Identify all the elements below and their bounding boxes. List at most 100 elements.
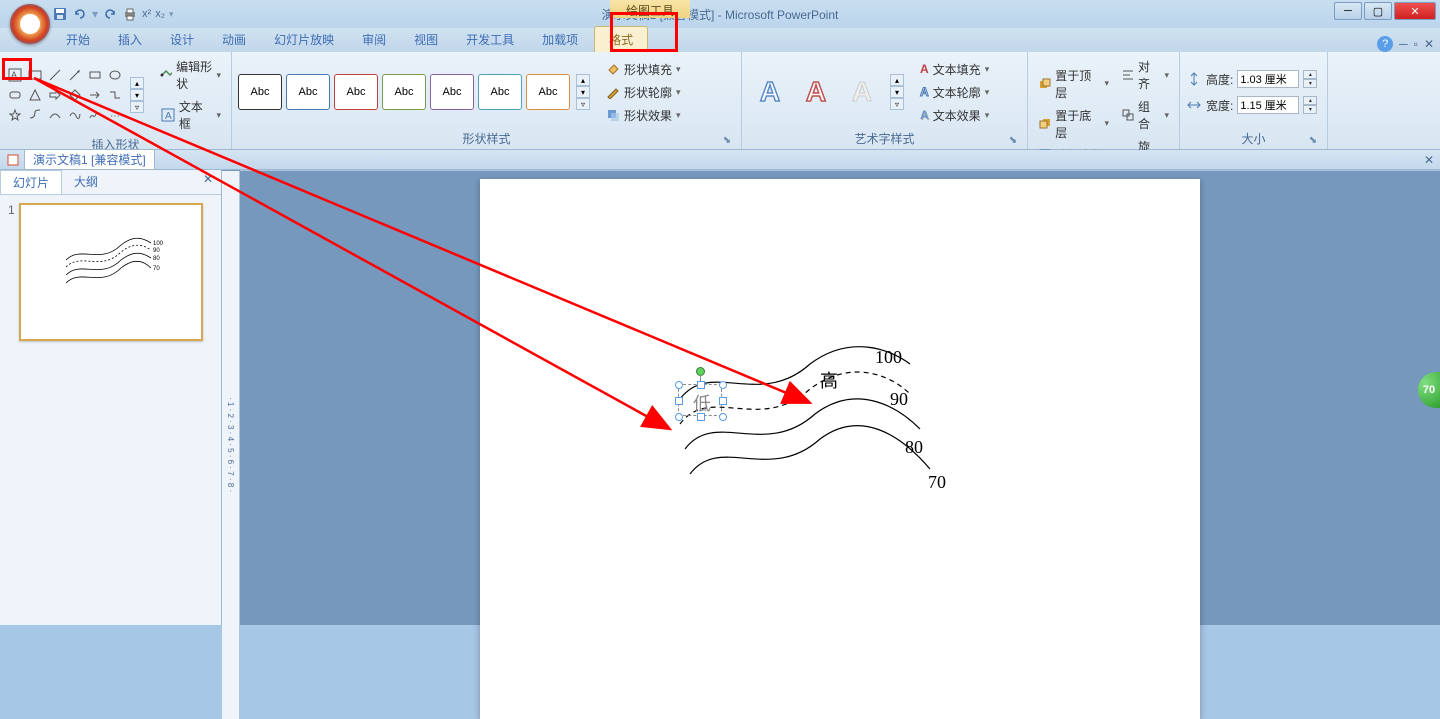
undo-icon[interactable]	[72, 6, 88, 22]
shape-rrect-icon[interactable]	[6, 86, 24, 104]
wordart-launcher-icon[interactable]: ⬊	[1007, 135, 1019, 147]
tab-format[interactable]: 格式	[594, 26, 648, 52]
style-preset-1[interactable]: Abc	[238, 74, 282, 110]
shapes-down-icon[interactable]: ▾	[130, 89, 144, 101]
tab-animation[interactable]: 动画	[208, 27, 260, 52]
handle-tr[interactable]	[719, 381, 727, 389]
wordart-preset-1[interactable]: A	[748, 73, 792, 111]
qat-item-x1[interactable]: x²	[142, 8, 151, 20]
handle-mr[interactable]	[719, 397, 727, 405]
ribbon-close-icon[interactable]: ✕	[1424, 37, 1434, 51]
tab-review[interactable]: 审阅	[348, 27, 400, 52]
edit-shape-button[interactable]: 编辑形状	[156, 56, 225, 94]
shape-scribble-icon[interactable]	[86, 106, 104, 124]
shape-elbow-icon[interactable]	[26, 106, 44, 124]
thumb-preview[interactable]: 100 90 80 70	[19, 203, 203, 341]
shape-textbox-icon[interactable]: A	[6, 66, 24, 84]
label-high[interactable]: 高	[820, 367, 838, 393]
redo-icon[interactable]	[102, 6, 118, 22]
shape-styles-gallery[interactable]: Abc Abc Abc Abc Abc Abc Abc	[238, 74, 570, 110]
tab-design[interactable]: 设计	[156, 27, 208, 52]
handle-bl[interactable]	[675, 413, 683, 421]
panel-close-icon[interactable]: ✕	[195, 170, 221, 194]
shape-styles-launcher-icon[interactable]: ⬊	[721, 135, 733, 147]
shapes-more-icon[interactable]: ▿	[130, 101, 144, 113]
shape-arrow-icon[interactable]	[86, 86, 104, 104]
shape-diamond-icon[interactable]	[66, 86, 84, 104]
help-icon[interactable]: ?	[1377, 36, 1393, 52]
shape-textbox2-icon[interactable]	[26, 66, 44, 84]
size-launcher-icon[interactable]: ⬊	[1307, 135, 1319, 147]
height-down-icon[interactable]: ▾	[1303, 79, 1317, 88]
wordart-down-icon[interactable]: ▾	[890, 86, 904, 98]
styles-more-icon[interactable]: ▿	[576, 98, 590, 110]
shape-effects-button[interactable]: 形状效果	[602, 105, 685, 126]
group-button[interactable]: 组合	[1117, 96, 1173, 134]
shapes-gallery[interactable]: A ⋯	[6, 66, 124, 124]
text-outline-button[interactable]: A 文本轮廓	[916, 82, 993, 103]
shape-arrow-line-icon[interactable]	[66, 66, 84, 84]
ribbon-minimize-icon[interactable]: ─	[1399, 37, 1408, 51]
shape-curve-icon[interactable]	[46, 106, 64, 124]
tab-addins[interactable]: 加载项	[528, 27, 592, 52]
style-preset-5[interactable]: Abc	[430, 74, 474, 110]
text-fill-button[interactable]: A 文本填充	[916, 59, 993, 80]
qat-item-x2[interactable]: x₂	[155, 8, 165, 20]
tab-outline[interactable]: 大纲	[62, 170, 110, 194]
shape-line-icon[interactable]	[46, 66, 64, 84]
tab-view[interactable]: 视图	[400, 27, 452, 52]
wordart-preset-2[interactable]: A	[794, 73, 838, 111]
tab-slideshow[interactable]: 幻灯片放映	[260, 27, 348, 52]
shapes-up-icon[interactable]: ▴	[130, 77, 144, 89]
shape-freeform-icon[interactable]	[66, 106, 84, 124]
height-up-icon[interactable]: ▴	[1303, 70, 1317, 79]
shape-connector-icon[interactable]	[106, 86, 124, 104]
text-box-button[interactable]: A 文本框	[156, 96, 225, 134]
styles-down-icon[interactable]: ▾	[576, 86, 590, 98]
minimize-button[interactable]: ─	[1334, 2, 1362, 20]
tab-insert[interactable]: 插入	[104, 27, 156, 52]
maximize-button[interactable]: ▢	[1364, 2, 1392, 20]
thumbnail-1[interactable]: 1 100 90 80 70	[8, 203, 213, 341]
handle-br[interactable]	[719, 413, 727, 421]
selected-textbox[interactable]: 低	[678, 384, 722, 416]
wordart-more-icon[interactable]: ▿	[890, 98, 904, 110]
document-tab[interactable]: 演示文稿1 [兼容模式]	[24, 149, 155, 170]
office-button[interactable]	[10, 4, 50, 44]
shape-fill-button[interactable]: 形状填充	[602, 59, 685, 80]
style-preset-7[interactable]: Abc	[526, 74, 570, 110]
close-button[interactable]: ✕	[1394, 2, 1436, 20]
shape-star-icon[interactable]	[6, 106, 24, 124]
handle-tl[interactable]	[675, 381, 683, 389]
canvas-area[interactable]: 高 100 90 80 70 低	[240, 171, 1440, 719]
save-icon[interactable]	[52, 6, 68, 22]
bring-front-button[interactable]: 置于顶层	[1034, 65, 1113, 103]
qat-dropdown[interactable]: ▾	[169, 9, 174, 20]
styles-up-icon[interactable]: ▴	[576, 74, 590, 86]
ribbon-restore-icon[interactable]: ▫	[1414, 37, 1418, 51]
style-preset-2[interactable]: Abc	[286, 74, 330, 110]
tab-developer[interactable]: 开发工具	[452, 27, 528, 52]
width-input[interactable]	[1237, 96, 1299, 114]
width-down-icon[interactable]: ▾	[1303, 105, 1317, 114]
tab-slides[interactable]: 幻灯片	[0, 170, 62, 194]
shape-rarrow-icon[interactable]	[46, 86, 64, 104]
tab-home[interactable]: 开始	[52, 27, 104, 52]
wordart-preset-3[interactable]: A	[840, 73, 884, 111]
style-preset-6[interactable]: Abc	[478, 74, 522, 110]
shape-rect-icon[interactable]	[86, 66, 104, 84]
print-icon[interactable]	[122, 6, 138, 22]
wordart-up-icon[interactable]: ▴	[890, 74, 904, 86]
width-up-icon[interactable]: ▴	[1303, 96, 1317, 105]
slide[interactable]: 高 100 90 80 70 低	[480, 179, 1200, 719]
shape-outline-button[interactable]: 形状轮廓	[602, 82, 685, 103]
send-back-button[interactable]: 置于底层	[1034, 105, 1113, 143]
handle-tc[interactable]	[697, 381, 705, 389]
style-preset-4[interactable]: Abc	[382, 74, 426, 110]
handle-ml[interactable]	[675, 397, 683, 405]
text-effects-button[interactable]: A 文本效果	[916, 105, 993, 126]
doc-tab-close-icon[interactable]: ✕	[1424, 153, 1434, 167]
align-button[interactable]: 对齐	[1117, 56, 1173, 94]
wordart-gallery[interactable]: A A A	[748, 73, 884, 111]
shape-oval-icon[interactable]	[106, 66, 124, 84]
